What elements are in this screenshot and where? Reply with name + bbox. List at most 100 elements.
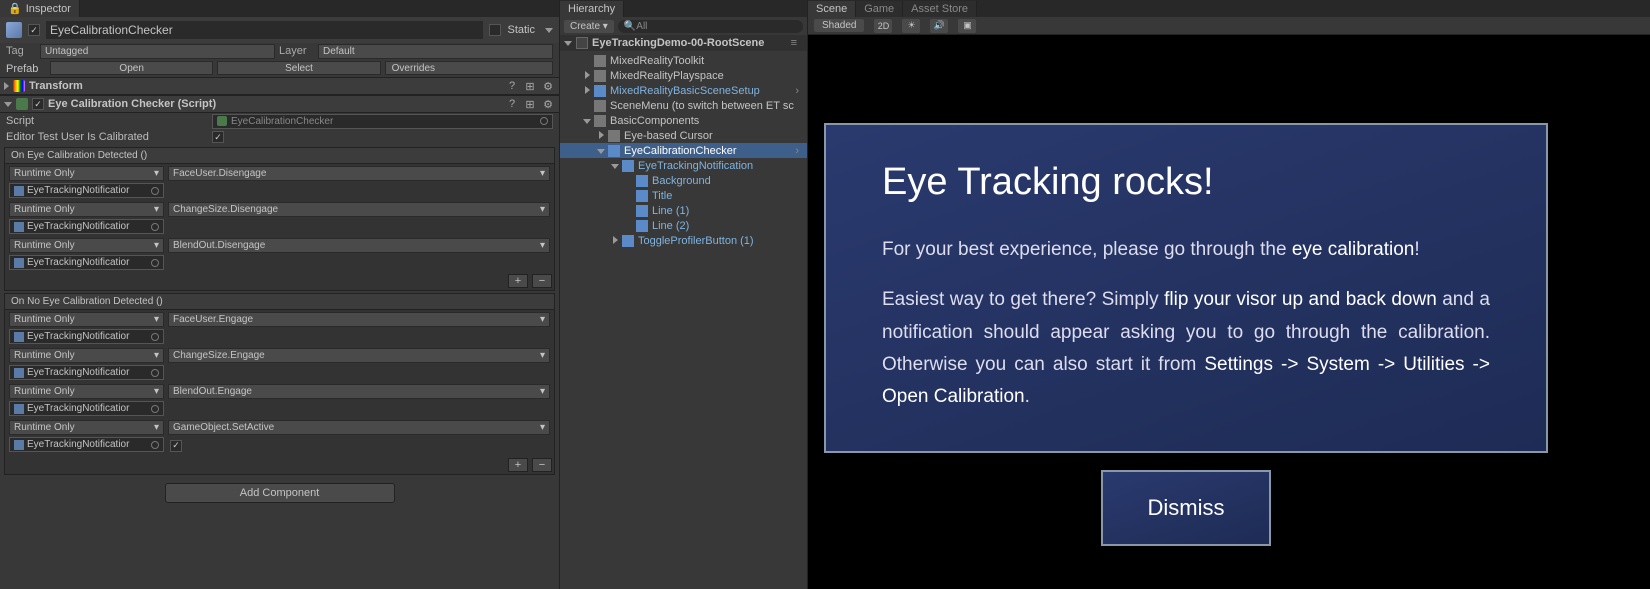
foldout-icon[interactable] xyxy=(610,236,620,246)
event-remove-button[interactable]: − xyxy=(532,274,552,288)
event-function-dropdown[interactable]: BlendOut.Engage▾ xyxy=(168,384,550,399)
twod-toggle[interactable]: 2D xyxy=(874,19,892,33)
hierarchy-item[interactable]: EyeCalibrationChecker› xyxy=(560,143,807,158)
hierarchy-item[interactable]: SceneMenu (to switch between ET sc xyxy=(560,98,807,113)
gameobject-icon xyxy=(14,368,24,378)
gameobject-active-checkbox[interactable] xyxy=(28,24,40,36)
object-picker-icon[interactable] xyxy=(151,333,159,341)
component-gear-icon[interactable]: ⚙ xyxy=(541,97,555,111)
hierarchy-item[interactable]: Title xyxy=(560,188,807,203)
component-gear-icon[interactable]: ⚙ xyxy=(541,79,555,93)
event-target-field[interactable]: EyeTrackingNotificatior xyxy=(9,219,164,234)
hierarchy-create-dropdown[interactable]: Create ▾ xyxy=(564,20,614,33)
object-picker-icon[interactable] xyxy=(151,405,159,413)
event-runtime-dropdown[interactable]: Runtime Only▾ xyxy=(9,384,164,399)
object-picker-icon[interactable] xyxy=(151,187,159,195)
foldout-icon[interactable] xyxy=(582,101,592,111)
gameobject-name-field[interactable]: EyeCalibrationChecker xyxy=(46,21,483,39)
editor-test-checkbox[interactable] xyxy=(212,131,224,143)
event-target-field[interactable]: EyeTrackingNotificatior xyxy=(9,365,164,380)
prefab-overrides-dropdown[interactable]: Overrides xyxy=(385,61,553,75)
scene-viewport[interactable]: Eye Tracking rocks! For your best experi… xyxy=(808,35,1650,589)
event-function-dropdown[interactable]: BlendOut.Disengage▾ xyxy=(168,238,550,253)
tag-dropdown[interactable]: Untagged xyxy=(40,44,275,59)
event-add-button[interactable]: + xyxy=(508,274,528,288)
object-picker-icon[interactable] xyxy=(151,223,159,231)
event-function-dropdown[interactable]: ChangeSize.Disengage▾ xyxy=(168,202,550,217)
hierarchy-item[interactable]: ToggleProfilerButton (1) xyxy=(560,233,807,248)
foldout-icon[interactable] xyxy=(596,146,606,156)
hierarchy-item[interactable]: EyeTrackingNotification xyxy=(560,158,807,173)
event-bool-arg-checkbox[interactable] xyxy=(170,440,182,452)
foldout-icon[interactable] xyxy=(582,116,592,126)
object-picker-icon[interactable] xyxy=(151,369,159,377)
foldout-icon[interactable] xyxy=(624,221,634,231)
event-target-field[interactable]: EyeTrackingNotificatior xyxy=(9,401,164,416)
event-target-field[interactable]: EyeTrackingNotificatior xyxy=(9,255,164,270)
event-target-field[interactable]: EyeTrackingNotificatior xyxy=(9,183,164,198)
event-target-field[interactable]: EyeTrackingNotificatior xyxy=(9,329,164,344)
hierarchy-item[interactable]: MixedRealityToolkit xyxy=(560,53,807,68)
event-function-dropdown[interactable]: GameObject.SetActive▾ xyxy=(168,420,550,435)
lighting-toggle[interactable]: ☀ xyxy=(902,19,920,33)
event-runtime-dropdown[interactable]: Runtime Only▾ xyxy=(9,202,164,217)
object-picker-icon[interactable] xyxy=(540,117,548,125)
scene-row[interactable]: EyeTrackingDemo-00-RootScene ≡ xyxy=(560,35,807,51)
prefab-select-button[interactable]: Select xyxy=(217,61,380,75)
event-runtime-dropdown[interactable]: Runtime Only▾ xyxy=(9,348,164,363)
static-dropdown-icon[interactable] xyxy=(545,28,553,33)
inspector-tab[interactable]: 🔒Inspector xyxy=(0,0,80,17)
event-runtime-dropdown[interactable]: Runtime Only▾ xyxy=(9,420,164,435)
hierarchy-item[interactable]: Eye-based Cursor xyxy=(560,128,807,143)
object-picker-icon[interactable] xyxy=(151,259,159,267)
scene-tab[interactable]: Scene xyxy=(808,1,856,17)
foldout-icon[interactable] xyxy=(582,86,592,96)
foldout-icon[interactable] xyxy=(582,71,592,81)
game-tab[interactable]: Game xyxy=(856,1,903,17)
foldout-icon[interactable] xyxy=(624,191,634,201)
event-runtime-dropdown[interactable]: Runtime Only▾ xyxy=(9,166,164,181)
foldout-icon[interactable] xyxy=(596,131,606,141)
hierarchy-tab[interactable]: Hierarchy xyxy=(560,1,624,17)
event-target-field[interactable]: EyeTrackingNotificatior xyxy=(9,437,164,452)
object-picker-icon[interactable] xyxy=(151,441,159,449)
hierarchy-item[interactable]: MixedRealityPlayspace xyxy=(560,68,807,83)
shading-dropdown[interactable]: Shaded xyxy=(814,19,864,32)
add-component-area: Add Component xyxy=(0,475,559,511)
fx-toggle[interactable]: ▣ xyxy=(958,19,976,33)
event-function-dropdown[interactable]: ChangeSize.Engage▾ xyxy=(168,348,550,363)
event-function-dropdown[interactable]: FaceUser.Disengage▾ xyxy=(168,166,550,181)
add-component-button[interactable]: Add Component xyxy=(165,483,395,503)
foldout-icon[interactable] xyxy=(582,56,592,66)
event-function-dropdown[interactable]: FaceUser.Engage▾ xyxy=(168,312,550,327)
event-remove-button[interactable]: − xyxy=(532,458,552,472)
foldout-icon[interactable] xyxy=(624,206,634,216)
component-preset-icon[interactable]: ⊞ xyxy=(523,79,537,93)
event-runtime-dropdown[interactable]: Runtime Only▾ xyxy=(9,238,164,253)
component-preset-icon[interactable]: ⊞ xyxy=(523,97,537,111)
foldout-icon[interactable] xyxy=(610,161,620,171)
scene-menu-icon[interactable]: ≡ xyxy=(791,37,803,49)
hierarchy-item[interactable]: MixedRealityBasicSceneSetup› xyxy=(560,83,807,98)
script-object-field[interactable]: EyeCalibrationChecker xyxy=(212,114,553,129)
hierarchy-item[interactable]: BasicComponents xyxy=(560,113,807,128)
dismiss-button[interactable]: Dismiss xyxy=(1101,470,1271,546)
component-help-icon[interactable]: ? xyxy=(505,97,519,111)
static-checkbox[interactable] xyxy=(489,24,501,36)
hierarchy-item[interactable]: Background xyxy=(560,173,807,188)
hierarchy-search-input[interactable]: 🔍All xyxy=(618,20,803,33)
layer-dropdown[interactable]: Default xyxy=(318,44,553,59)
script-field-row: Script EyeCalibrationChecker xyxy=(0,113,559,129)
foldout-icon[interactable] xyxy=(624,176,634,186)
event-runtime-dropdown[interactable]: Runtime Only▾ xyxy=(9,312,164,327)
script-enabled-checkbox[interactable] xyxy=(32,98,44,110)
transform-header[interactable]: Transform ? ⊞ ⚙ xyxy=(0,77,559,95)
asset-store-tab[interactable]: Asset Store xyxy=(903,1,977,17)
component-help-icon[interactable]: ? xyxy=(505,79,519,93)
audio-toggle[interactable]: 🔊 xyxy=(930,19,948,33)
event-add-button[interactable]: + xyxy=(508,458,528,472)
script-component-header[interactable]: Eye Calibration Checker (Script) ? ⊞ ⚙ xyxy=(0,95,559,113)
hierarchy-item[interactable]: Line (1) xyxy=(560,203,807,218)
prefab-open-button[interactable]: Open xyxy=(50,61,213,75)
hierarchy-item[interactable]: Line (2) xyxy=(560,218,807,233)
